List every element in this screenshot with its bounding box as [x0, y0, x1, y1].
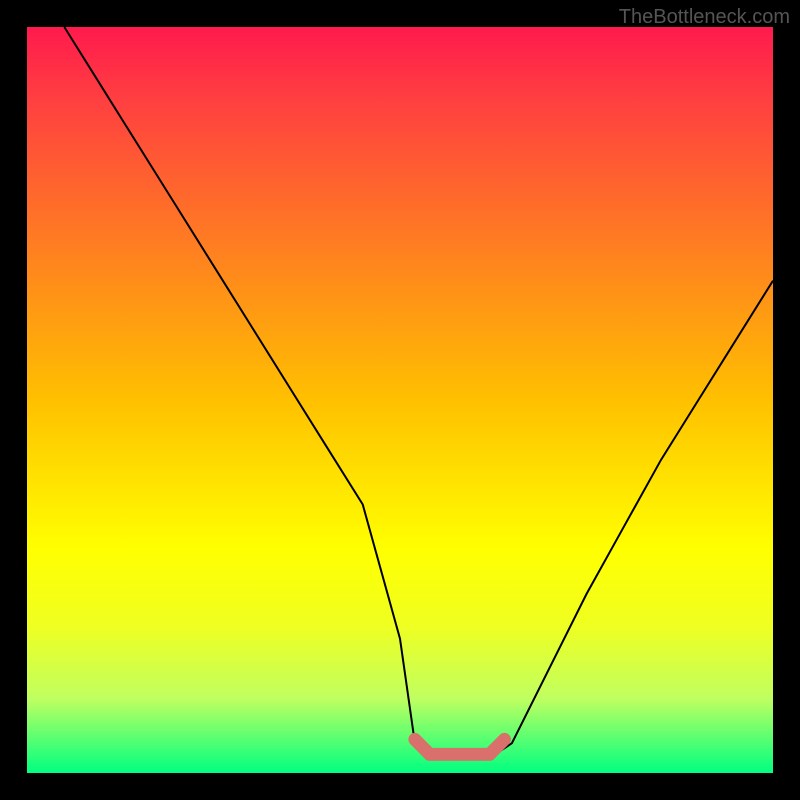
- bottleneck-curve-svg: [27, 27, 773, 773]
- optimal-range-marker: [415, 739, 505, 754]
- bottleneck-curve-path: [64, 27, 773, 758]
- watermark-text: TheBottleneck.com: [619, 6, 790, 29]
